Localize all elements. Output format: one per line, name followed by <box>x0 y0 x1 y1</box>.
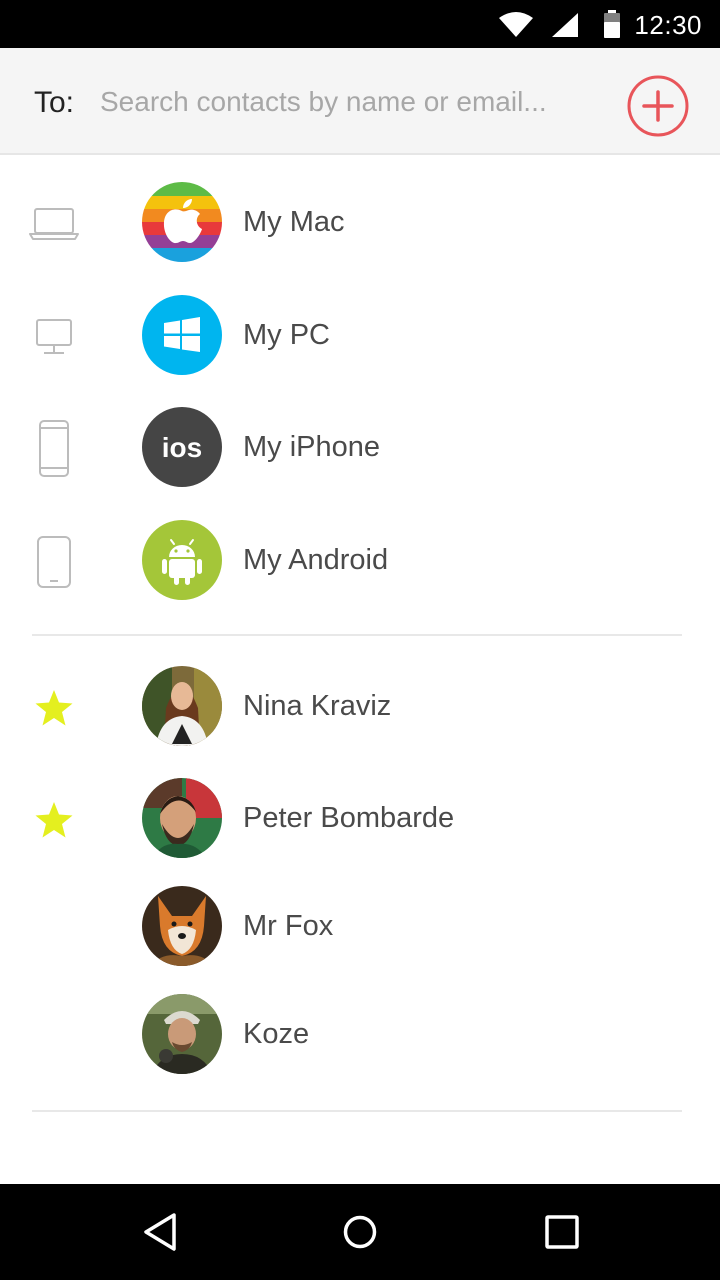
back-button[interactable] <box>136 1208 184 1256</box>
contact-name: Mr Fox <box>243 910 334 942</box>
share-screen: 12:30 To: Search contacts by name or ema… <box>0 0 720 1280</box>
section-divider <box>32 1110 682 1112</box>
device-name: My PC <box>243 319 330 351</box>
phone-icon <box>22 417 86 481</box>
device-row-iphone[interactable]: ios My iPhone <box>0 397 720 497</box>
section-divider <box>32 634 682 636</box>
status-time: 12:30 <box>634 10 702 40</box>
tablet-icon <box>22 530 86 594</box>
add-contact-button[interactable] <box>626 74 690 138</box>
status-bar: 12:30 <box>0 0 720 48</box>
svg-text:ios: ios <box>162 432 202 463</box>
windows-logo-icon <box>142 295 222 375</box>
android-logo-icon <box>142 520 222 600</box>
recents-button[interactable] <box>538 1208 586 1256</box>
contact-name: Koze <box>243 1018 310 1050</box>
avatar <box>142 994 222 1074</box>
apple-logo-icon <box>142 182 222 262</box>
contact-search-input[interactable] <box>100 76 600 128</box>
avatar <box>142 886 222 966</box>
device-row-android[interactable]: My Android <box>0 510 720 610</box>
to-label: To: <box>34 86 75 119</box>
device-row-mac[interactable]: My Mac <box>0 172 720 272</box>
avatar <box>142 666 222 746</box>
recipient-bar: To: <box>0 48 720 155</box>
contact-row-nina-kraviz[interactable]: Nina Kraviz <box>0 656 720 756</box>
desktop-icon <box>22 305 86 369</box>
device-row-pc[interactable]: My PC <box>0 285 720 385</box>
avatar <box>142 778 222 858</box>
contact-row-koze[interactable]: Koze <box>0 984 720 1084</box>
battery-icon <box>604 10 620 38</box>
contact-name: Nina Kraviz <box>243 690 392 722</box>
laptop-icon <box>22 192 86 256</box>
contact-row-peter-bombarde[interactable]: Peter Bombarde <box>0 768 720 868</box>
wifi-icon <box>499 12 533 37</box>
device-name: My iPhone <box>243 431 381 463</box>
contact-row-mr-fox[interactable]: Mr Fox <box>0 876 720 976</box>
navigation-bar <box>0 1184 720 1280</box>
ios-logo-icon: ios <box>142 407 222 487</box>
device-name: My Mac <box>243 206 345 238</box>
home-button[interactable] <box>336 1208 384 1256</box>
signal-icon <box>552 13 578 37</box>
star-icon <box>22 788 86 852</box>
device-name: My Android <box>243 544 389 576</box>
contact-name: Peter Bombarde <box>243 802 455 834</box>
star-icon <box>22 676 86 740</box>
